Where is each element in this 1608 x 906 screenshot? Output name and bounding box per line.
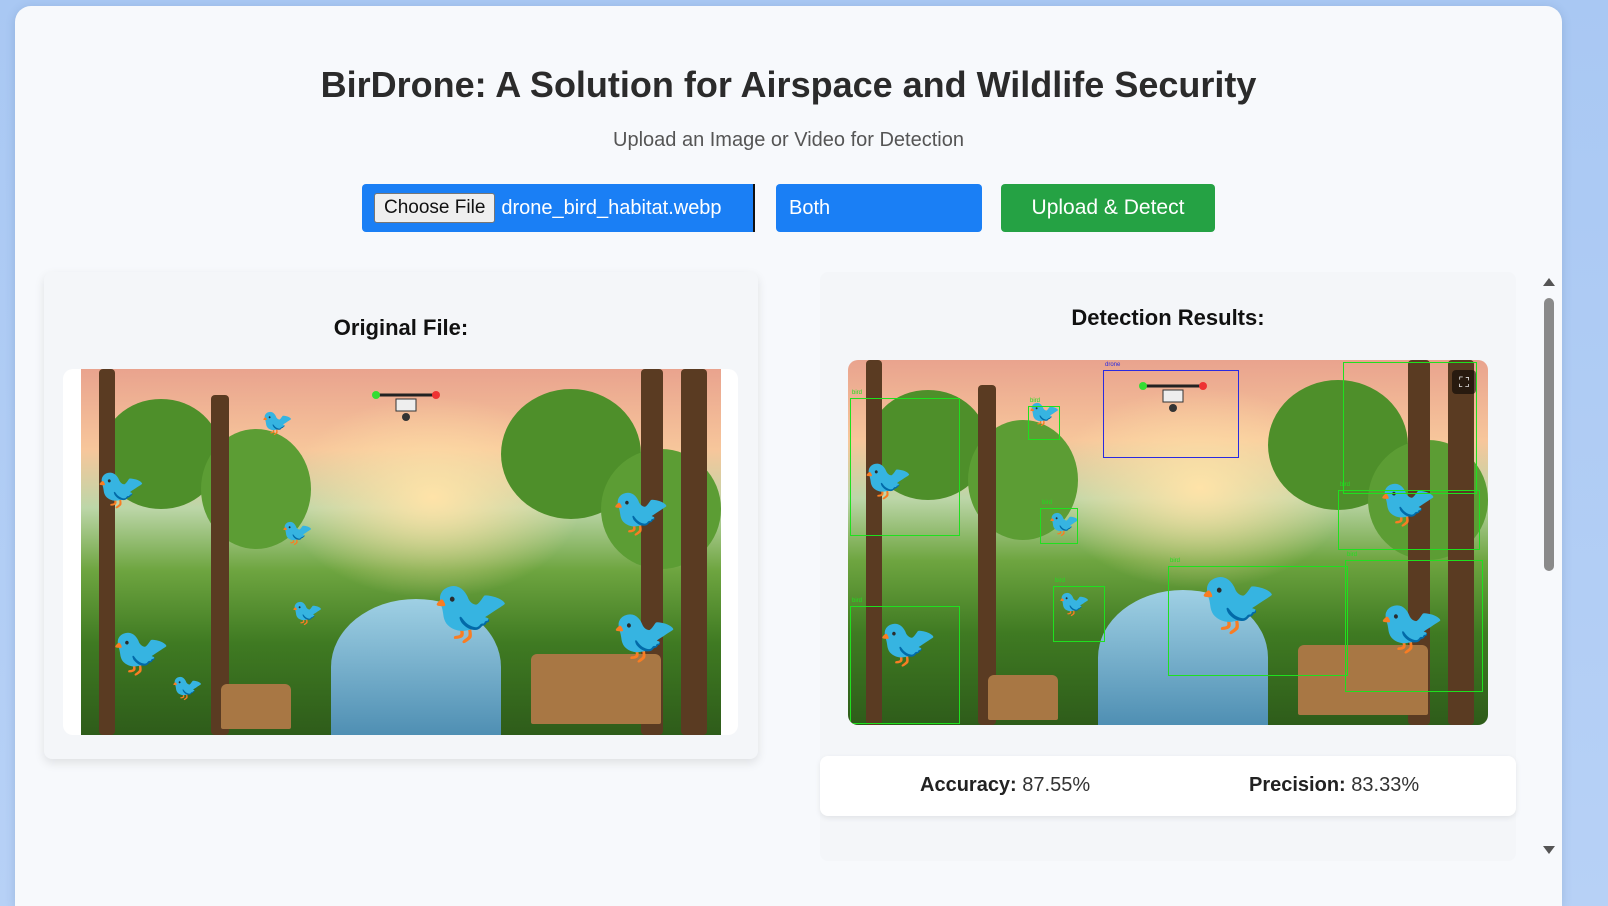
metrics-bar: Accuracy: 87.55% Precision: 83.33% (820, 756, 1516, 816)
detection-box-bird: bird (1345, 552, 1483, 692)
page-subtitle: Upload an Image or Video for Detection (613, 129, 964, 151)
detection-box-bird: bird (1040, 500, 1078, 544)
main-card: BirDrone: A Solution for Airspace and Wi… (15, 6, 1562, 906)
detection-box-bird: bird (850, 390, 960, 536)
accuracy-metric: Accuracy: 87.55% (920, 774, 1090, 797)
scroll-thumb[interactable] (1544, 298, 1554, 571)
detection-box-drone: drone (1103, 362, 1239, 458)
detection-mode-select[interactable]: Both (776, 184, 982, 232)
bird-icon: 🐦 (611, 606, 679, 666)
scroll-up-icon[interactable] (1543, 278, 1555, 286)
upload-detect-button[interactable]: Upload & Detect (1001, 184, 1215, 232)
results-scrollbar[interactable] (1539, 276, 1559, 856)
drone-icon (372, 391, 440, 421)
detection-results-title: Detection Results: (1071, 305, 1265, 330)
bird-icon: 🐦 (431, 575, 511, 647)
detection-box-bird: bird (1168, 558, 1348, 676)
detection-box-bird: bird (1338, 482, 1480, 550)
detection-box-bird: bird (1053, 578, 1105, 642)
bird-icon: 🐦 (111, 626, 171, 679)
scroll-down-icon[interactable] (1543, 846, 1555, 854)
detection-box-bird: bird (850, 598, 960, 724)
page-title: BirDrone: A Solution for Airspace and Wi… (320, 64, 1257, 105)
bird-icon: 🐦 (261, 407, 294, 437)
bird-icon: 🐦 (611, 486, 671, 539)
bird-icon: 🐦 (291, 597, 324, 627)
detection-results-panel: Detection Results: 🐦 🐦 🐦 🐦 🐦 🐦 🐦 🐦 drone… (820, 272, 1516, 861)
bird-icon: 🐦 (171, 672, 204, 702)
detection-box-bird: bird (1028, 398, 1060, 440)
bird-icon: 🐦 (96, 467, 146, 511)
precision-metric: Precision: 83.33% (1249, 774, 1419, 797)
bird-icon: 🐦 (281, 517, 314, 547)
detection-result-image[interactable]: 🐦 🐦 🐦 🐦 🐦 🐦 🐦 🐦 drone bird bird bird bir… (848, 360, 1488, 725)
accuracy-label: Accuracy: (920, 774, 1017, 796)
original-file-panel: Original File: 🐦 🐦 🐦 🐦 🐦 🐦 🐦 🐦 🐦 (44, 272, 758, 759)
precision-value: 83.33% (1351, 774, 1420, 796)
fullscreen-icon[interactable]: ⛶ (1452, 370, 1476, 394)
original-image-frame: 🐦 🐦 🐦 🐦 🐦 🐦 🐦 🐦 🐦 (63, 369, 738, 735)
choose-file-button[interactable]: Choose File (374, 193, 496, 223)
file-input[interactable]: Choose File drone_bird_habitat.webp (362, 184, 755, 232)
original-image: 🐦 🐦 🐦 🐦 🐦 🐦 🐦 🐦 🐦 (81, 369, 721, 735)
accuracy-value: 87.55% (1022, 774, 1091, 796)
selected-file-name: drone_bird_habitat.webp (501, 196, 722, 219)
original-file-title: Original File: (333, 315, 469, 340)
precision-label: Precision: (1249, 774, 1346, 796)
